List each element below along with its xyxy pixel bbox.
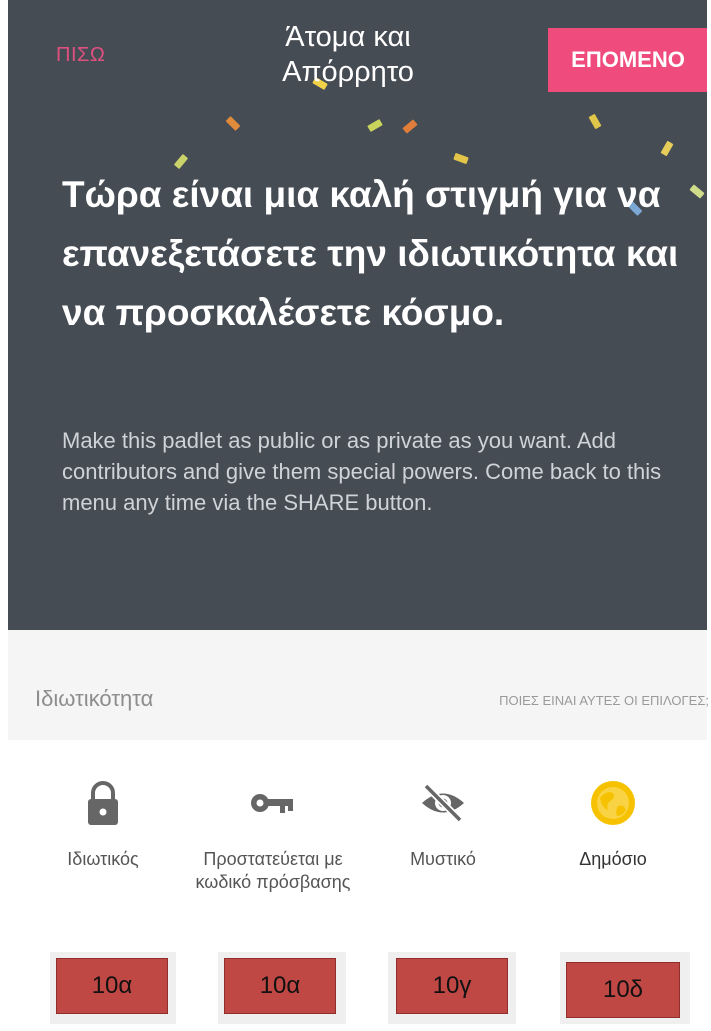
privacy-options-help-link[interactable]: ΠΟΙΕΣ ΕΙΝΑΙ ΑΥΤΕΣ ΟΙ ΕΠΙΛΟΓΕΣ; (499, 693, 709, 708)
confetti-decoration (225, 116, 241, 131)
annotation-tag: 10δ (566, 962, 680, 1018)
confetti-decoration (660, 140, 674, 157)
eye-slash-icon (422, 783, 464, 823)
confetti-decoration (367, 118, 383, 133)
intro-headline: Τώρα είναι μια καλή στιγμή για να επανεξ… (62, 174, 679, 333)
confetti-decoration (453, 152, 469, 165)
annotation-tag: 10α (56, 958, 168, 1014)
top-bar: ΠΙΣΩ Άτομα και Απόρρητο ΕΠΟΜΕΝΟ (8, 0, 707, 110)
share-dialog: ΠΙΣΩ Άτομα και Απόρρητο ΕΠΟΜΕΝΟ Τώρα είν… (0, 0, 711, 1031)
privacy-option-label: Δημόσιο (579, 849, 647, 869)
lock-icon (88, 781, 118, 825)
key-icon (251, 794, 293, 813)
privacy-option-public[interactable]: Δημόσιο (528, 740, 698, 940)
privacy-options: Ιδιωτικός Προστατεύεται με κωδικό πρόσβα… (0, 740, 711, 950)
confetti-decoration (402, 119, 418, 134)
next-button[interactable]: ΕΠΟΜΕΝΟ (548, 28, 707, 92)
privacy-option-private[interactable]: Ιδιωτικός (18, 740, 188, 940)
privacy-section-header: Ιδιωτικότητα ΠΟΙΕΣ ΕΙΝΑΙ ΑΥΤΕΣ ΟΙ ΕΠΙΛΟΓ… (8, 630, 709, 740)
intro-description: Make this padlet as public or as private… (62, 428, 662, 515)
privacy-option-label: Ιδιωτικός (67, 849, 139, 869)
intro-header: ΠΙΣΩ Άτομα και Απόρρητο ΕΠΟΜΕΝΟ Τώρα είν… (8, 0, 707, 630)
confetti-decoration (588, 113, 602, 130)
privacy-option-secret[interactable]: Μυστικό (358, 740, 528, 940)
privacy-option-label: Προστατεύεται με κωδικό πρόσβασης (195, 849, 351, 892)
globe-icon (591, 781, 635, 825)
page-title: Άτομα και Απόρρητο (282, 21, 414, 88)
privacy-option-label: Μυστικό (410, 849, 476, 869)
privacy-label: Ιδιωτικότητα (35, 686, 154, 711)
annotation-tag: 10γ (396, 958, 508, 1014)
back-button[interactable]: ΠΙΣΩ (56, 44, 105, 67)
annotation-tag: 10α (224, 958, 336, 1014)
privacy-option-password[interactable]: Προστατεύεται με κωδικό πρόσβασης (188, 740, 358, 940)
